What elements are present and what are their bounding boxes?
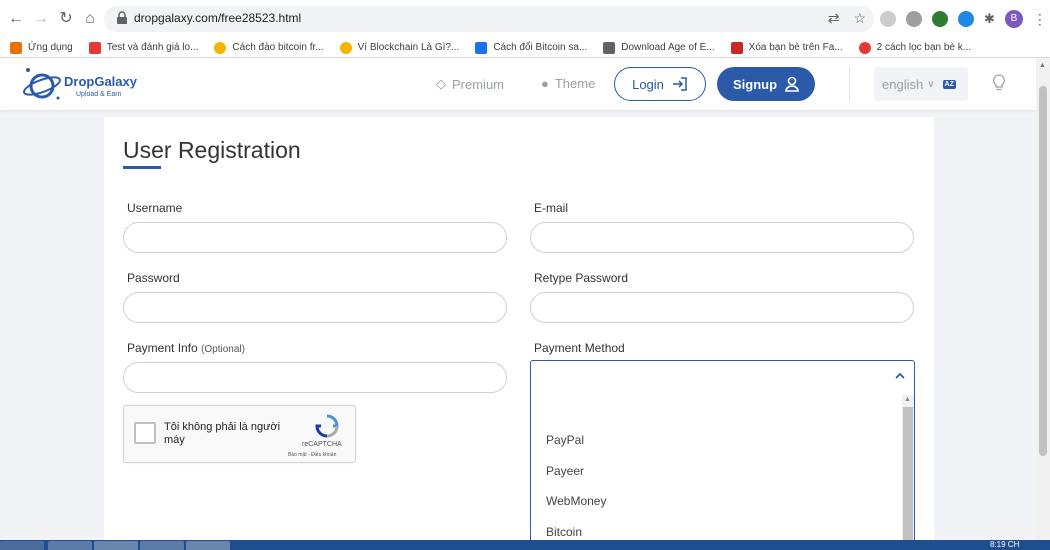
login-button[interactable]: Login (614, 67, 706, 101)
lock-icon (117, 11, 127, 24)
user-icon (785, 76, 799, 92)
kebab-menu-icon[interactable]: ⋮ (1033, 11, 1047, 28)
option-bitcoin[interactable]: Bitcoin (546, 525, 582, 539)
taskbar-app-icon[interactable] (0, 541, 44, 550)
bookmarks-bar: Ứng dụng Test và đánh giá lo... Cách đào… (0, 38, 1050, 58)
apps-grid-icon (10, 41, 22, 54)
chevron-down-icon: ∨ (927, 78, 935, 90)
bookmark-star-icon[interactable]: ☆ (853, 10, 866, 27)
site-favicon-icon (475, 41, 488, 54)
bookmark-item[interactable]: Ứng dụng (10, 41, 73, 54)
scroll-up-icon[interactable]: ▲ (904, 396, 911, 403)
os-taskbar: 8:19 CH (0, 540, 1050, 550)
site-favicon-icon (214, 41, 227, 54)
back-arrow-icon[interactable]: ← (6, 9, 26, 29)
bookmark-item[interactable]: Ví Blockchain Là Gì?... (339, 41, 459, 54)
registration-card: User Registration Username E-mail Passwo… (104, 117, 934, 550)
taskbar-app-icon[interactable] (140, 541, 184, 550)
title-underline (123, 166, 161, 169)
bookmark-item[interactable]: Cách đổi Bitcoin sa... (475, 41, 587, 54)
page-title: User Registration (123, 137, 301, 163)
browser-toolbar: ← → ↻ ⌂ dropgalaxy.com/free28523.html ⇄ … (0, 0, 1050, 38)
bookmark-item[interactable]: Download Age of E... (603, 41, 715, 54)
logo-tagline: Upload & Earn (76, 91, 122, 98)
logo-text[interactable]: DropGalaxy (64, 74, 137, 89)
taskbar-app-icon[interactable] (94, 541, 138, 550)
scroll-up-icon[interactable]: ▲ (1039, 62, 1046, 69)
payment-method-select[interactable] (530, 360, 915, 395)
theme-link[interactable]: ● Theme (541, 76, 595, 91)
url-text: dropgalaxy.com/free28523.html (134, 11, 302, 25)
extension-blue-icon[interactable] (958, 11, 974, 27)
language-selector[interactable]: english ∨ AZ (874, 67, 968, 101)
page-scrollbar-thumb[interactable] (1039, 86, 1047, 456)
recaptcha-checkbox[interactable] (134, 422, 156, 444)
retype-password-input[interactable] (530, 292, 914, 323)
chevron-up-icon (895, 372, 905, 379)
taskbar-app-icon[interactable] (186, 541, 230, 550)
site-favicon-icon (603, 41, 616, 54)
recaptcha-brand: reCAPTCHA (302, 441, 342, 448)
recaptcha-links[interactable]: Bảo mật - Điều khoản (288, 452, 336, 458)
extension-green-icon[interactable] (932, 11, 948, 27)
translate-az-icon: AZ (942, 79, 956, 89)
payment-method-dropdown: PayPal Payeer WebMoney Bitcoin ▲ (530, 395, 915, 550)
translate-icon[interactable]: ⇄ (828, 10, 840, 27)
lightbulb-icon[interactable] (992, 74, 1006, 92)
username-label: Username (127, 201, 183, 215)
payment-info-label: Payment Info (Optional) (127, 341, 245, 355)
address-bar[interactable]: dropgalaxy.com/free28523.html ⇄ ☆ (104, 6, 874, 32)
palette-icon: ● (541, 76, 549, 91)
retype-password-label: Retype Password (534, 271, 629, 285)
bookmark-item[interactable]: Cách đào bitcoin fr... (214, 41, 324, 54)
site-favicon-icon (858, 41, 871, 54)
signup-button[interactable]: Signup (717, 67, 815, 101)
recaptcha-text: Tôi không phải là người máy (164, 421, 281, 446)
diamond-icon: ◇ (436, 76, 446, 91)
youtube-icon (88, 41, 101, 54)
bookmark-item[interactable]: Xóa bạn bè trên Fa... (730, 41, 843, 54)
email-input[interactable] (530, 222, 914, 253)
extension-doc-icon[interactable] (906, 11, 922, 27)
site-favicon-icon (339, 41, 352, 54)
option-webmoney[interactable]: WebMoney (546, 494, 606, 508)
password-label: Password (127, 271, 180, 285)
system-clock: 8:19 CH (990, 540, 1020, 549)
reload-icon[interactable]: ↻ (56, 9, 76, 29)
header-divider (849, 68, 850, 100)
dropdown-scrollbar-thumb[interactable] (903, 407, 913, 550)
extension-pen-icon[interactable] (880, 11, 896, 27)
galaxy-logo-icon[interactable] (22, 64, 64, 104)
optional-hint: (Optional) (201, 344, 245, 355)
site-favicon-icon (730, 41, 743, 54)
password-input[interactable] (123, 292, 507, 323)
puzzle-icon[interactable]: ✱ (984, 11, 995, 27)
profile-avatar[interactable]: B (1004, 10, 1023, 28)
forward-arrow-icon[interactable]: → (31, 9, 51, 29)
option-payeer[interactable]: Payeer (546, 464, 584, 478)
dropdown-scrollbar[interactable]: ▲ (902, 395, 914, 550)
option-paypal[interactable]: PayPal (546, 433, 584, 447)
payment-method-label: Payment Method (534, 341, 625, 355)
bookmark-item[interactable]: Test và đánh giá lo... (88, 41, 198, 54)
home-icon[interactable]: ⌂ (80, 9, 100, 29)
site-header: DropGalaxy Upload & Earn ◇ Premium ● The… (0, 58, 1036, 110)
bookmark-item[interactable]: 2 cách lọc bạn bè k... (858, 41, 971, 54)
username-input[interactable] (123, 222, 507, 253)
premium-link[interactable]: ◇ Premium (436, 76, 504, 92)
taskbar-app-icon[interactable] (48, 541, 92, 550)
sign-in-icon (672, 77, 687, 91)
recaptcha-widget: Tôi không phải là người máy reCAPTCHA Bả… (123, 405, 356, 463)
recaptcha-logo-icon (315, 414, 339, 438)
page-scrollbar[interactable]: ▲ (1036, 58, 1050, 540)
email-label: E-mail (534, 201, 569, 215)
payment-info-input[interactable] (123, 362, 507, 393)
